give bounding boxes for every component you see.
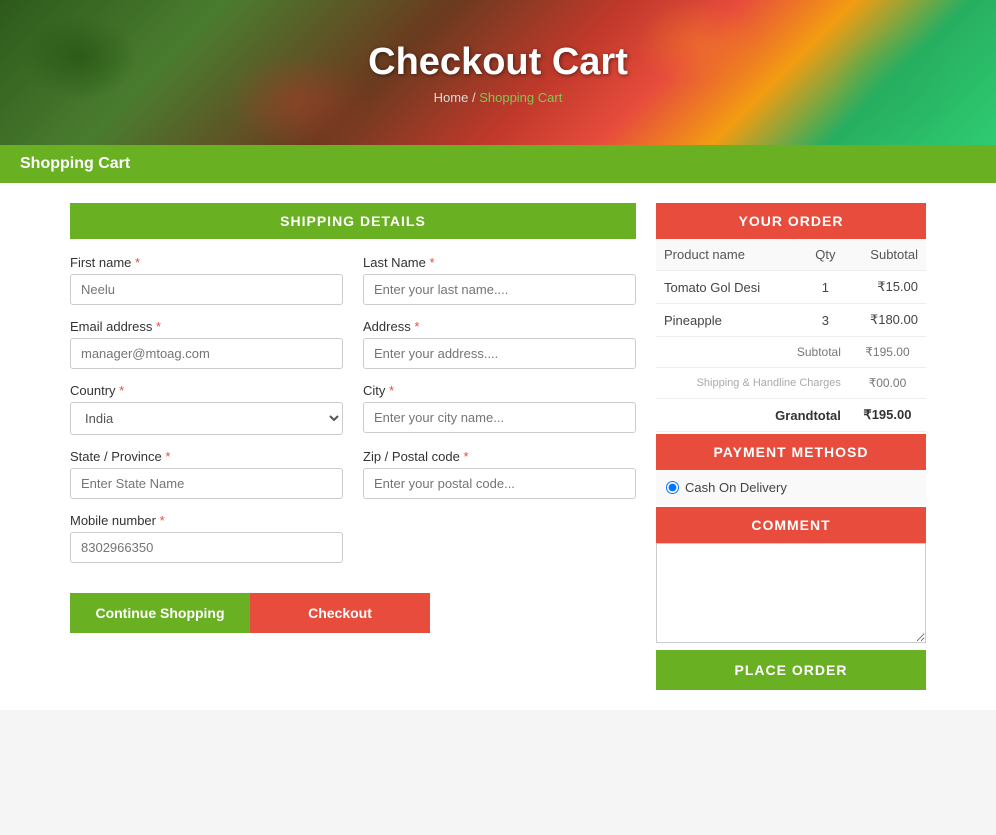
- shipping-header: SHIPPING DETAILS: [70, 203, 636, 239]
- form-group-email: Email address *: [70, 319, 343, 369]
- breadcrumb-current: Shopping Cart: [479, 90, 562, 105]
- order-header: YOUR ORDER: [656, 203, 926, 239]
- cod-radio[interactable]: [666, 481, 679, 494]
- shopping-cart-bar: Shopping Cart: [0, 145, 996, 183]
- col-product-name: Product name: [656, 239, 802, 271]
- hero-section: Checkout Cart Home / Shopping Cart: [0, 0, 996, 145]
- subtotal-value: ₹195.00: [849, 337, 926, 368]
- mobile-label: Mobile number *: [70, 513, 343, 528]
- country-select[interactable]: India: [70, 402, 343, 435]
- order-table: Product name Qty Subtotal Tomato Gol Des…: [656, 239, 926, 432]
- table-row: Tomato Gol Desi 1 ₹15.00: [656, 271, 926, 304]
- col-subtotal: Subtotal: [849, 239, 926, 271]
- breadcrumb-home[interactable]: Home: [434, 90, 469, 105]
- shipping-label: Shipping & Handline Charges: [656, 368, 849, 399]
- item-subtotal-2: ₹180.00: [849, 304, 926, 337]
- lastname-label: Last Name *: [363, 255, 636, 270]
- table-row: Pineapple 3 ₹180.00: [656, 304, 926, 337]
- item-qty-1: 1: [802, 271, 849, 304]
- shipping-row: Shipping & Handline Charges ₹00.00: [656, 368, 926, 399]
- form-group-address: Address *: [363, 319, 636, 369]
- firstname-input[interactable]: [70, 274, 343, 305]
- continue-shopping-button[interactable]: Continue Shopping: [70, 593, 250, 633]
- address-label: Address *: [363, 319, 636, 334]
- place-order-button[interactable]: PLACE ORDER: [656, 650, 926, 690]
- firstname-label: First name *: [70, 255, 343, 270]
- email-input[interactable]: [70, 338, 343, 369]
- grandtotal-label: Grandtotal: [656, 399, 849, 432]
- form-group-mobile: Mobile number *: [70, 513, 343, 563]
- form-group-country: Country * India: [70, 383, 343, 435]
- zip-input[interactable]: [363, 468, 636, 499]
- shipping-form-panel: SHIPPING DETAILS First name * Last Name …: [70, 203, 636, 690]
- form-group-zip: Zip / Postal code *: [363, 449, 636, 499]
- item-name-2: Pineapple: [656, 304, 802, 337]
- grandtotal-row: Grandtotal ₹195.00: [656, 399, 926, 432]
- cod-label: Cash On Delivery: [685, 480, 787, 495]
- form-row-mobile: Mobile number *: [70, 513, 636, 563]
- bottom-buttons: Continue Shopping Checkout: [70, 593, 430, 633]
- subtotal-row: Subtotal ₹195.00: [656, 337, 926, 368]
- comment-textarea[interactable]: [656, 543, 926, 643]
- main-content: SHIPPING DETAILS First name * Last Name …: [0, 183, 996, 710]
- form-row-name: First name * Last Name *: [70, 255, 636, 305]
- form-group-state: State / Province *: [70, 449, 343, 499]
- checkout-button[interactable]: Checkout: [250, 593, 430, 633]
- subtotal-label: Subtotal: [656, 337, 849, 368]
- state-input[interactable]: [70, 468, 343, 499]
- zip-label: Zip / Postal code *: [363, 449, 636, 464]
- country-label: Country *: [70, 383, 343, 398]
- address-input[interactable]: [363, 338, 636, 369]
- item-name-1: Tomato Gol Desi: [656, 271, 802, 304]
- order-panel: YOUR ORDER Product name Qty Subtotal Tom…: [656, 203, 926, 690]
- form-row-country-city: Country * India City *: [70, 383, 636, 435]
- form-row-email-address: Email address * Address *: [70, 319, 636, 369]
- breadcrumb: Home / Shopping Cart: [434, 90, 563, 105]
- form-row-state-zip: State / Province * Zip / Postal code *: [70, 449, 636, 499]
- email-label: Email address *: [70, 319, 343, 334]
- form-group-mobile-placeholder: [363, 513, 636, 563]
- item-subtotal-1: ₹15.00: [849, 271, 926, 304]
- comment-header: COMMENT: [656, 507, 926, 543]
- form-group-firstname: First name *: [70, 255, 343, 305]
- mobile-input[interactable]: [70, 532, 343, 563]
- form-group-city: City *: [363, 383, 636, 435]
- page-title: Checkout Cart: [368, 41, 628, 84]
- item-qty-2: 3: [802, 304, 849, 337]
- grandtotal-value: ₹195.00: [849, 399, 926, 432]
- city-label: City *: [363, 383, 636, 398]
- col-qty: Qty: [802, 239, 849, 271]
- payment-option: Cash On Delivery: [656, 470, 926, 505]
- state-label: State / Province *: [70, 449, 343, 464]
- lastname-input[interactable]: [363, 274, 636, 305]
- form-group-lastname: Last Name *: [363, 255, 636, 305]
- city-input[interactable]: [363, 402, 636, 433]
- payment-header: PAYMENT METHOSD: [656, 434, 926, 470]
- shipping-value: ₹00.00: [849, 368, 926, 399]
